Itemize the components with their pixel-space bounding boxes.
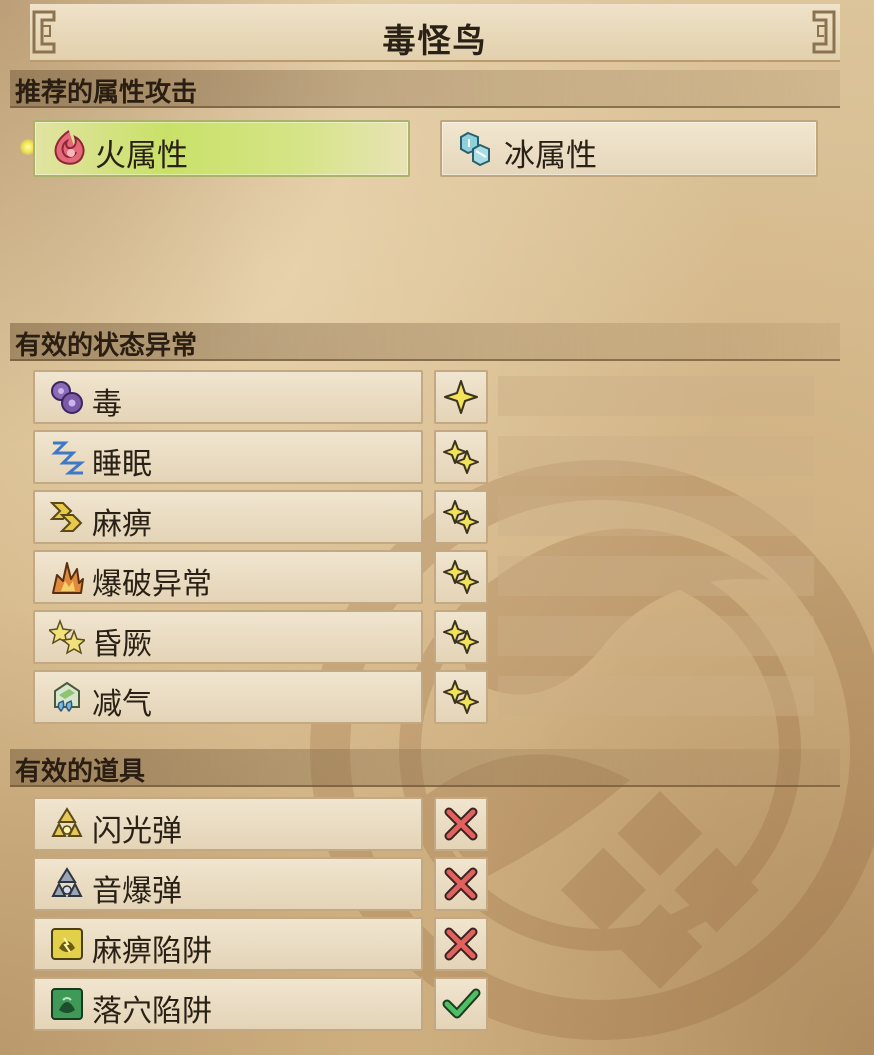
paralysis-icon [49,502,83,532]
cross-icon [444,867,478,901]
item-effectiveness-pitfall-trap [434,977,488,1031]
pitfall-trap-icon [51,988,83,1020]
stun-icon [49,619,85,655]
rating-stripe [498,496,814,536]
monster-name: 毒怪鸟 [382,21,488,60]
flash-pod-icon [51,807,83,837]
item-label: 音爆弹 [92,874,182,909]
ice-element-icon [460,131,490,167]
element-label: 火属性 [95,138,188,174]
status-rating-paralysis [434,490,488,544]
fire-element-icon [54,130,85,165]
element-fire[interactable]: 火属性 [33,120,410,177]
status-row-exhaust[interactable]: 减气 [33,670,423,724]
poison-icon [51,381,83,414]
item-label: 麻痹陷阱 [92,934,212,969]
element-label: 冰属性 [504,138,597,174]
sleep-icon [51,441,85,475]
status-rating-blast [434,550,488,604]
star-rating-2-icon [443,560,479,594]
item-effectiveness-flash-pod [434,797,488,851]
section-title: 推荐的属性攻击 [15,78,198,108]
status-label: 毒 [92,387,122,422]
section-title: 有效的道具 [15,757,146,787]
item-label: 闪光弹 [92,814,182,849]
section-recommended-elements: 推荐的属性攻击 [10,70,840,108]
item-label: 落穴陷阱 [92,994,212,1029]
status-rating-sleep [434,430,488,484]
item-effectiveness-screamer-pod [434,857,488,911]
exhaust-icon [54,681,80,713]
status-label: 昏厥 [92,627,152,662]
status-label: 睡眠 [92,447,152,482]
shock-trap-icon [51,928,83,960]
status-row-sleep[interactable]: 睡眠 [33,430,423,484]
status-label: 麻痹 [92,507,152,542]
status-row-stun[interactable]: 昏厥 [33,610,423,664]
rating-stripe [498,616,814,656]
section-effective-items: 有效的道具 [10,749,840,787]
cross-icon [444,927,478,961]
screamer-pod-icon [51,867,83,897]
status-rating-stun [434,610,488,664]
status-rating-exhaust [434,670,488,724]
cross-icon [444,807,478,841]
star-rating-2-icon [443,620,479,654]
item-effectiveness-shock-trap [434,917,488,971]
rating-stripe [498,376,814,416]
star-rating-2-icon [443,440,479,474]
star-rating-1-icon [444,380,478,414]
item-row-flash-pod[interactable]: 闪光弹 [33,797,423,851]
rating-stripe [498,556,814,596]
status-label: 减气 [92,687,152,722]
status-row-blast[interactable]: 爆破异常 [33,550,423,604]
status-rating-poison [434,370,488,424]
section-title: 有效的状态异常 [15,331,198,361]
corner-ornament-left-icon [32,10,56,54]
element-ice[interactable]: 冰属性 [440,120,818,177]
corner-ornament-right-icon [812,10,836,54]
status-label: 爆破异常 [92,567,212,602]
check-icon [442,988,481,1019]
section-status-effects: 有效的状态异常 [10,323,840,361]
status-row-paralysis[interactable]: 麻痹 [33,490,423,544]
status-row-poison[interactable]: 毒 [33,370,423,424]
item-row-pitfall-trap[interactable]: 落穴陷阱 [33,977,423,1031]
blast-icon [52,562,84,594]
monster-info-panel: 毒怪鸟 推荐的属性攻击 火属性 冰属性 有效的状态异常 毒 睡眠 麻痹 爆破异常… [0,0,874,1055]
rating-stripe [498,676,814,716]
star-rating-2-icon [443,500,479,534]
title-bar: 毒怪鸟 [30,4,840,62]
star-rating-2-icon [443,680,479,714]
rating-stripe [498,436,814,476]
item-row-shock-trap[interactable]: 麻痹陷阱 [33,917,423,971]
item-row-screamer-pod[interactable]: 音爆弹 [33,857,423,911]
